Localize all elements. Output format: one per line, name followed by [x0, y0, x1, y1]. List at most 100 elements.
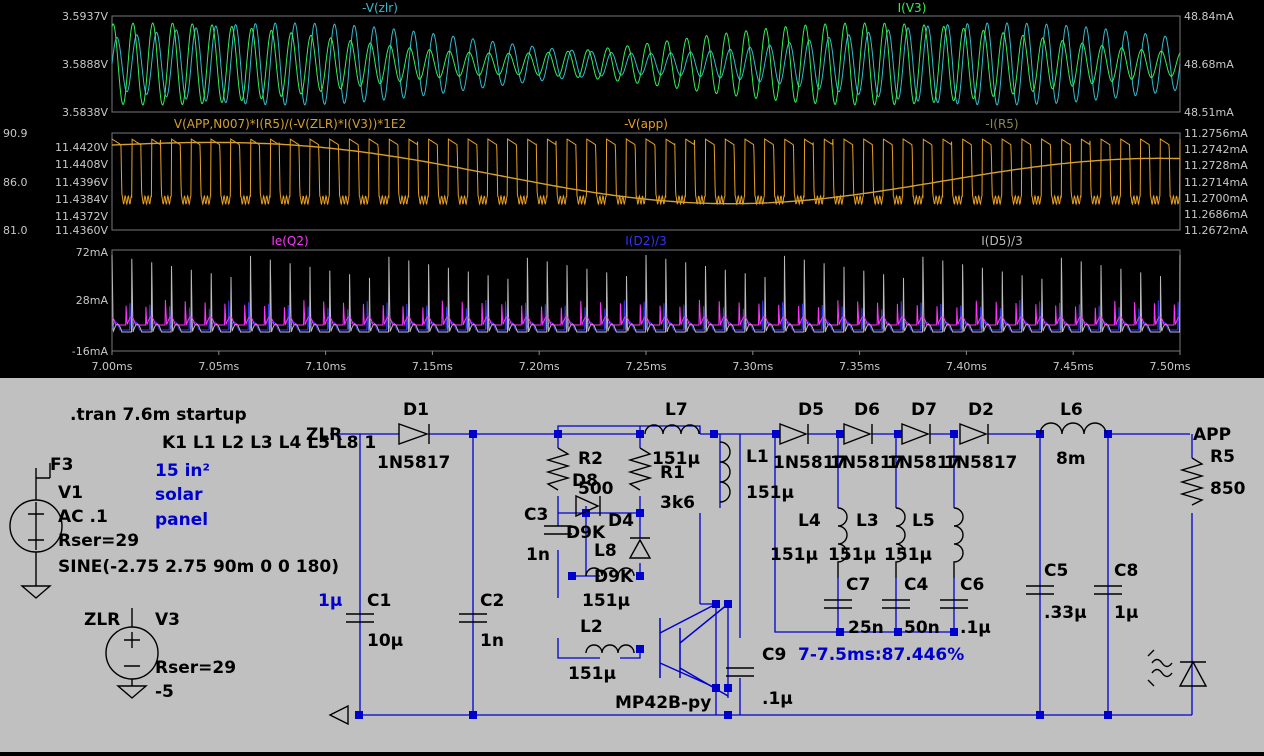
panel-note: 15 in²	[155, 461, 210, 481]
part-label[interactable]: R5	[1210, 447, 1235, 467]
part-value[interactable]: 151µ	[770, 545, 818, 565]
r5-resistor[interactable]	[1179, 457, 1205, 506]
part-label[interactable]: D1	[403, 400, 429, 420]
part-label[interactable]: C6	[960, 575, 984, 595]
l6-inductor[interactable]	[1039, 422, 1107, 435]
part-label[interactable]: D7	[911, 400, 937, 420]
waveform-plot[interactable]: -V(zlr) I(V3) 3.5937V 3.5888V 3.5838V 48…	[0, 0, 1264, 378]
part-value[interactable]: 10µ	[367, 631, 403, 651]
part-label[interactable]: C9	[762, 645, 786, 665]
part-value[interactable]: 25n	[848, 618, 884, 638]
trace-label-id5[interactable]: I(D5)/3	[981, 234, 1022, 248]
part-value[interactable]: .1µ	[960, 618, 991, 638]
part-value[interactable]: 8m	[1056, 449, 1086, 469]
tick-label: 90.9	[3, 127, 28, 140]
trace-label-iv3[interactable]: I(V3)	[898, 1, 927, 15]
net-label-zlr[interactable]: ZLR	[306, 425, 342, 445]
part-value[interactable]: 1µ	[1114, 603, 1138, 623]
solar-diode[interactable]	[1178, 660, 1208, 687]
trace-label-vapp[interactable]: -V(app)	[624, 117, 668, 131]
part-label[interactable]: C2	[480, 591, 504, 611]
f3-label[interactable]: F3	[50, 455, 73, 475]
d5-diode[interactable]	[779, 422, 809, 446]
q2-model[interactable]: MP42B-py	[615, 693, 711, 713]
l2-inductor[interactable]	[585, 644, 635, 654]
c9-capacitor[interactable]	[726, 667, 754, 677]
l1-inductor[interactable]	[719, 441, 731, 503]
trace-label-ieq2[interactable]: Ie(Q2)	[271, 234, 308, 248]
d2-diode[interactable]	[959, 422, 989, 446]
part-label[interactable]: L4	[798, 511, 821, 531]
l3-inductor[interactable]	[895, 507, 906, 578]
part-label[interactable]: L7	[665, 400, 688, 420]
part-value[interactable]: 50n	[904, 618, 940, 638]
part-label[interactable]: R1	[660, 463, 685, 483]
trace-zlr[interactable]	[111, 22, 1181, 106]
part-value[interactable]: 1n	[480, 631, 504, 651]
part-label[interactable]: L5	[912, 511, 935, 531]
part-value[interactable]: 1N5817	[944, 453, 1017, 473]
part-label[interactable]: R2	[578, 449, 603, 469]
d7-diode[interactable]	[901, 422, 931, 446]
trace-vapp[interactable]	[111, 138, 1181, 206]
part-value[interactable]: 151µ	[568, 664, 616, 684]
part-label[interactable]: L3	[856, 511, 879, 531]
tran-directive[interactable]: .tran 7.6m startup	[70, 405, 247, 425]
part-label[interactable]: D4	[608, 511, 634, 531]
part-value[interactable]: 151µ	[746, 483, 794, 503]
part-label[interactable]: C4	[904, 575, 928, 595]
trace-label-id2[interactable]: I(D2)/3	[625, 234, 666, 248]
tick-label: 81.0	[3, 224, 28, 237]
part-value[interactable]: 151µ	[828, 545, 876, 565]
v3-rser[interactable]: Rser=29	[155, 658, 236, 678]
part-label[interactable]: L1	[746, 447, 769, 467]
part-label[interactable]: C8	[1114, 561, 1138, 581]
part-label[interactable]: C3	[524, 505, 548, 525]
part-label[interactable]: C7	[846, 575, 870, 595]
zlr-label[interactable]: ZLR	[84, 610, 120, 630]
net-label-app[interactable]: APP	[1193, 425, 1231, 445]
v3-value[interactable]: -5	[155, 682, 174, 702]
coupling-directive[interactable]: K1 L1 L2 L3 L4 L5 L8 1	[162, 433, 376, 453]
part-label[interactable]: C5	[1044, 561, 1068, 581]
d1-diode[interactable]	[398, 423, 430, 445]
part-value[interactable]: D9K	[594, 567, 634, 587]
v1-ac[interactable]: AC .1	[58, 507, 108, 527]
part-value[interactable]: 151µ	[582, 591, 630, 611]
trace-label-efficiency[interactable]: V(APP,N007)*I(R5)/(-V(ZLR)*I(V3))*1E2	[174, 117, 406, 131]
part-value[interactable]: 500	[578, 479, 614, 499]
part-value[interactable]: D9K	[566, 523, 606, 543]
l5-inductor[interactable]	[953, 507, 964, 578]
efficiency-measure[interactable]: 7-7.5ms:87.446%	[798, 645, 964, 665]
r2-resistor[interactable]	[545, 447, 571, 491]
v1-rser[interactable]: Rser=29	[58, 531, 139, 551]
part-label[interactable]: L2	[580, 617, 603, 637]
d4-diode[interactable]	[628, 537, 652, 559]
trace-label-zlr[interactable]: -V(zlr)	[362, 1, 398, 15]
part-label[interactable]: D2	[968, 400, 994, 420]
schematic-editor[interactable]: .tran 7.6m startup K1 L1 L2 L3 L4 L5 L8 …	[0, 378, 1264, 752]
part-value[interactable]: 1N5817	[377, 453, 450, 473]
part-value[interactable]: 3k6	[660, 493, 695, 513]
schematic-canvas[interactable]: .tran 7.6m startup K1 L1 L2 L3 L4 L5 L8 …	[0, 378, 1264, 752]
v1-sine[interactable]: SINE(-2.75 2.75 90m 0 0 180)	[58, 557, 339, 577]
part-value[interactable]: .1µ	[762, 689, 793, 709]
part-label[interactable]: L8	[594, 541, 617, 561]
r1-resistor[interactable]	[627, 447, 653, 491]
part-value[interactable]: 1n	[526, 545, 550, 565]
x-tick-label: 7.45ms	[1053, 360, 1094, 373]
l4-inductor[interactable]	[837, 507, 848, 578]
d6-diode[interactable]	[843, 422, 873, 446]
part-label[interactable]: D6	[854, 400, 880, 420]
part-label[interactable]: C1	[367, 591, 391, 611]
v1-name[interactable]: V1	[58, 483, 83, 503]
part-value[interactable]: 850	[1210, 479, 1246, 499]
part-label[interactable]: D5	[798, 400, 824, 420]
waveform-viewer[interactable]: -V(zlr) I(V3) 3.5937V 3.5888V 3.5838V 48…	[0, 0, 1264, 378]
part-value[interactable]: .33µ	[1044, 603, 1087, 623]
v3-name[interactable]: V3	[155, 610, 180, 630]
trace-label-ir5[interactable]: -I(R5)	[985, 117, 1018, 131]
part-value[interactable]: 151µ	[884, 545, 932, 565]
tick-label: 11.4420V	[55, 141, 108, 154]
part-label[interactable]: L6	[1060, 400, 1083, 420]
